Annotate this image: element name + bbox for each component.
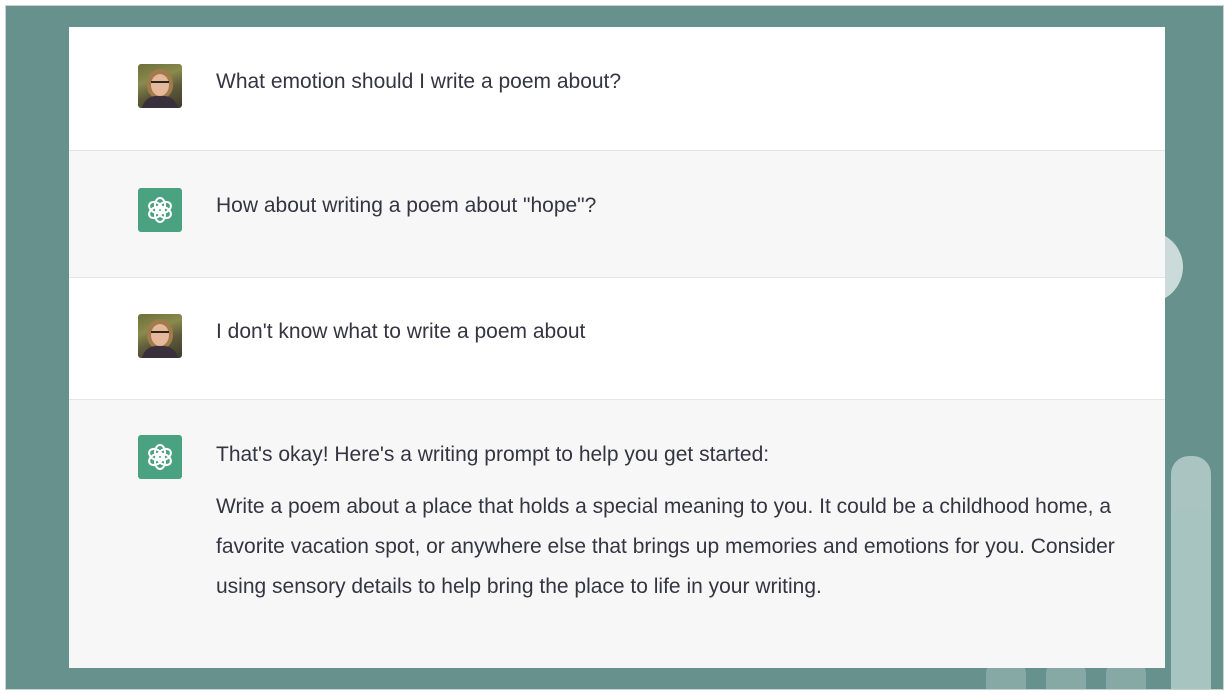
- assistant-message: That's okay! Here's a writing prompt to …: [69, 400, 1165, 668]
- message-text: That's okay! Here's a writing prompt to …: [216, 435, 1136, 607]
- message-paragraph: That's okay! Here's a writing prompt to …: [216, 443, 770, 466]
- user-avatar: [138, 314, 182, 358]
- chatgpt-logo-icon: [138, 188, 182, 232]
- message-text: What emotion should I write a poem about…: [216, 70, 622, 93]
- user-message: I don't know what to write a poem about: [69, 278, 1165, 400]
- decorative-bar: [1171, 506, 1211, 689]
- chatgpt-logo-icon: [138, 435, 182, 479]
- message-text: I don't know what to write a poem about: [216, 320, 586, 343]
- assistant-message: How about writing a poem about "hope"?: [69, 151, 1165, 278]
- screenshot-frame: What emotion should I write a poem about…: [5, 5, 1224, 690]
- user-avatar: [138, 64, 182, 108]
- message-paragraph: Write a poem about a place that holds a …: [216, 495, 1115, 598]
- chat-conversation: What emotion should I write a poem about…: [69, 27, 1165, 668]
- user-message: What emotion should I write a poem about…: [69, 27, 1165, 151]
- message-text: How about writing a poem about "hope"?: [216, 194, 597, 217]
